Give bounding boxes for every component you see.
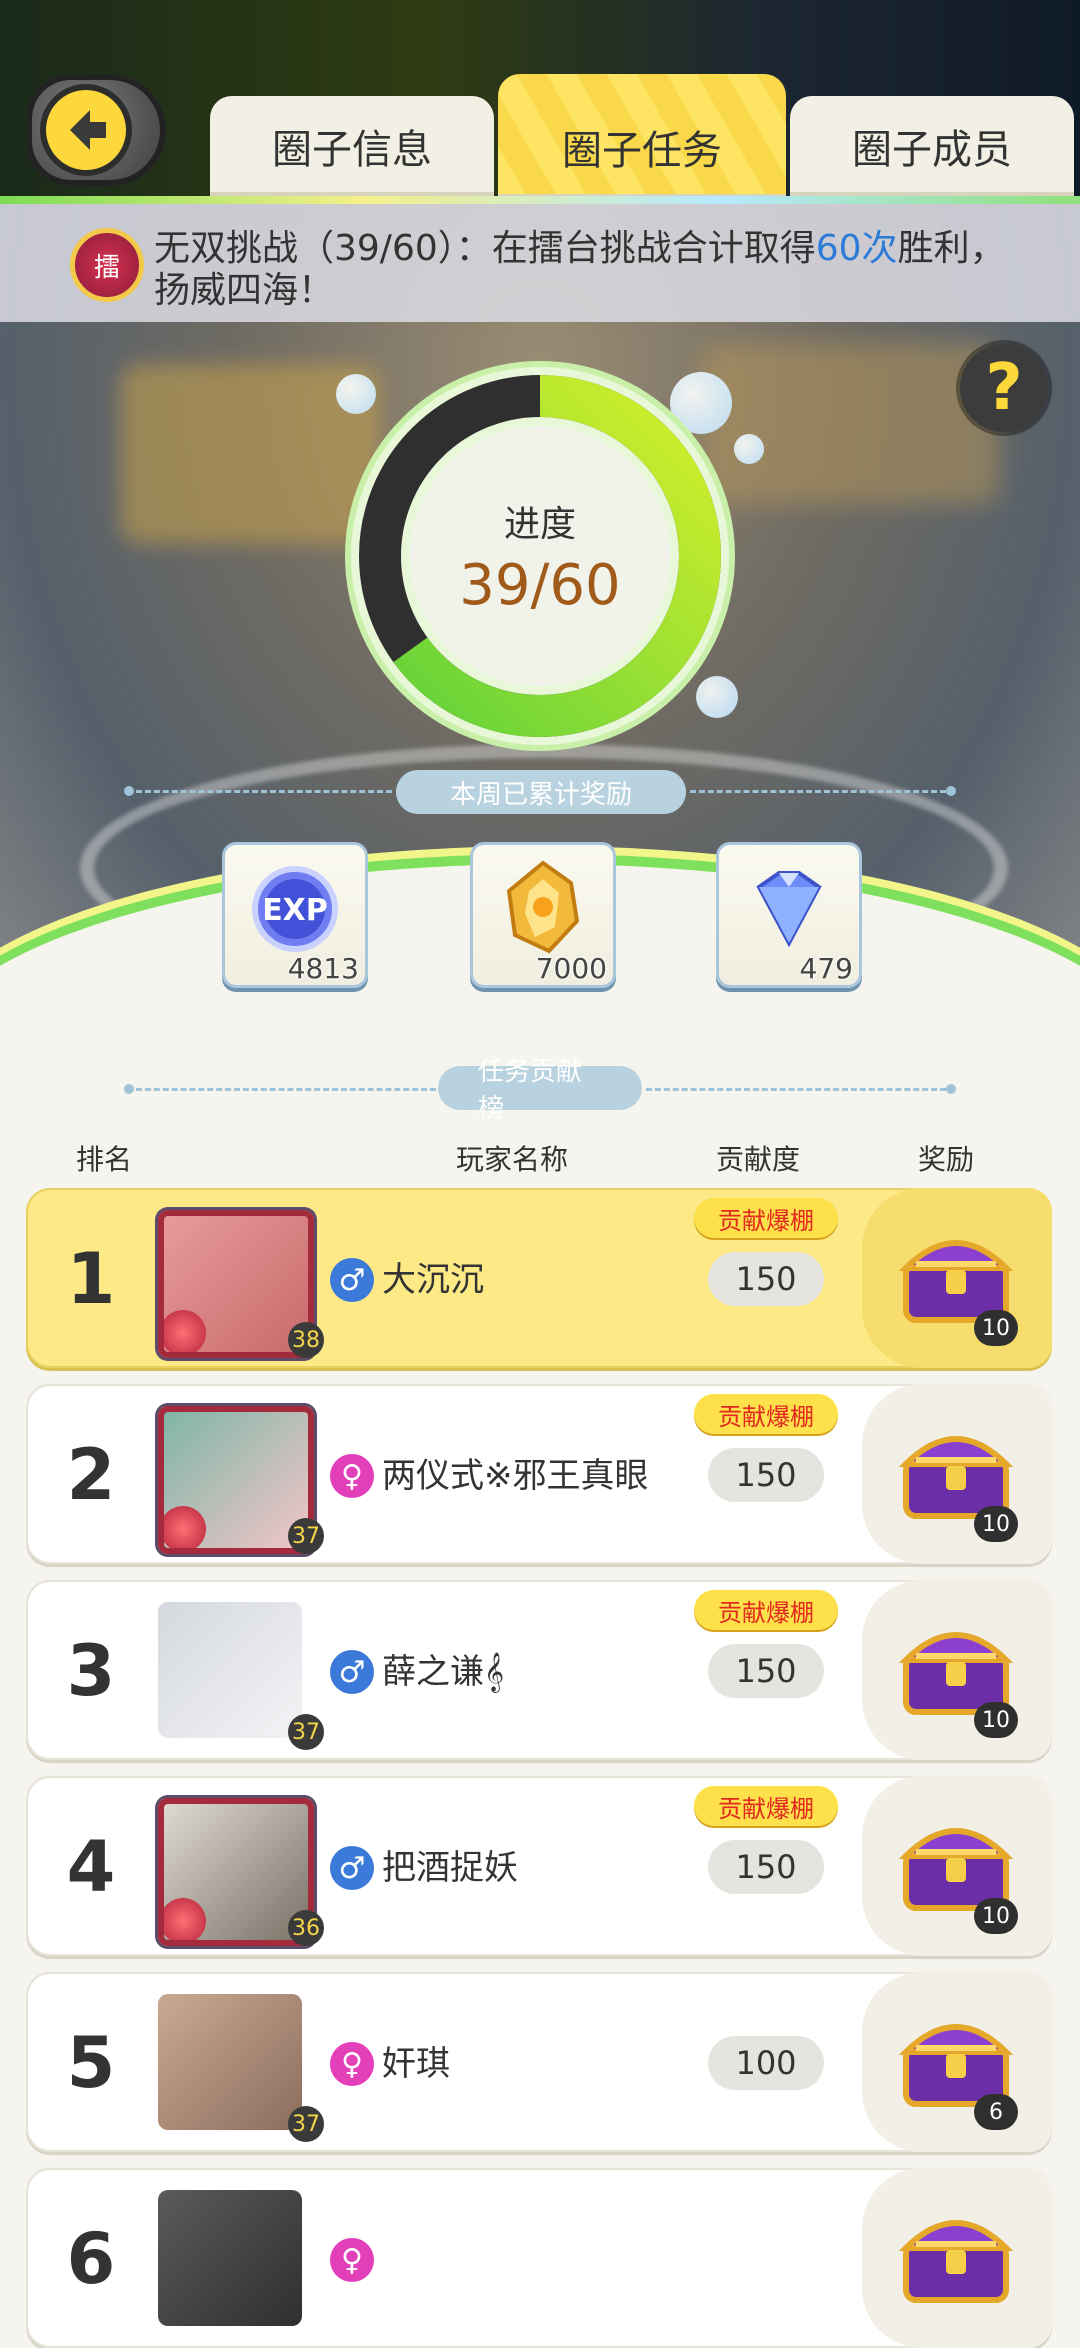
level-badge: 37 [288,1518,324,1554]
reward-card-gold[interactable]: 7000 [470,842,616,988]
badge-char: 擂 [93,252,120,283]
progress-value: 39/60 [459,552,621,618]
divider-dot [946,786,956,796]
treasure-chest-icon[interactable] [896,2198,1016,2308]
chest-count-badge: 10 [974,1702,1018,1738]
contribution-tag: 贡献爆棚 [694,1786,838,1826]
leaderboard-row[interactable]: 5 37 ♀ 奸琪 100 6 [26,1972,1052,2152]
divider-line [646,1088,946,1091]
back-button[interactable] [26,74,166,186]
rank-number: 2 [66,1434,116,1516]
mission-highlight: 60次 [815,228,898,269]
rank-number: 3 [66,1630,116,1712]
section-title-text: 任务贡献榜 [478,1057,583,1124]
mission-description: 无双挑战（39/60）：在擂台挑战合计取得60次胜利，扬威四海！ [154,228,1034,312]
player-name: 薛之谦𝄞 [382,1652,505,1692]
tab-label: 圈子任务 [562,128,722,174]
tabs-underline [0,196,1080,204]
help-question-icon[interactable]: ? [960,344,1048,432]
contribution-tag: 贡献爆棚 [694,1394,838,1434]
player-name: 奸琪 [382,2044,450,2084]
exp-icon: EXP [245,857,345,957]
reward-count: 479 [799,952,853,985]
gold-token-icon [493,857,593,957]
frame-rose-icon [164,1310,206,1352]
chest-count-badge: 10 [974,1310,1018,1346]
contribution-score: 150 [708,1252,824,1306]
tab-circle-members[interactable]: 圈子成员 [790,96,1074,196]
avatar[interactable] [158,1994,302,2130]
contribution-tag: 贡献爆棚 [694,1198,838,1238]
chest-count-badge: 10 [974,1898,1018,1934]
male-icon: ♂ [330,1258,374,1302]
rank-number: 1 [66,1238,116,1320]
divider-line [136,790,392,793]
avatar[interactable] [158,2190,302,2326]
player-name: 把酒捉妖 [382,1848,518,1888]
leaderboard-row[interactable]: 3 37 ♂ 薛之谦𝄞 贡献爆棚 150 10 [26,1580,1052,1760]
reward-count: 7000 [535,952,607,985]
divider-line [136,1088,436,1091]
male-icon: ♂ [330,1650,374,1694]
leaderboard-row[interactable]: 6 ♀ [26,2168,1052,2348]
svg-text:EXP: EXP [262,893,328,928]
rank-number: 4 [66,1826,116,1908]
arena-badge-icon: 擂 [70,228,144,302]
contribution-tag: 贡献爆棚 [694,1590,838,1630]
rank-number: 5 [66,2022,116,2104]
diamond-icon [739,857,839,957]
contribution-score: 150 [708,1840,824,1894]
column-header-contribution: 贡献度 [716,1143,801,1176]
divider-dot [124,786,134,796]
progress-center: 进度 39/60 [410,426,670,686]
tab-label: 圈子成员 [852,127,1012,173]
tab-circle-info[interactable]: 圈子信息 [210,96,494,196]
player-name: 两仪式※邪王真眼 [382,1456,649,1496]
column-header-rank: 排名 [76,1143,133,1176]
contribution-score: 150 [708,1644,824,1698]
progress-ring: 进度 39/60 [340,356,740,756]
reward-card-exp[interactable]: EXP 4813 [222,842,368,988]
column-header-player: 玩家名称 [456,1143,569,1176]
section-title-text: 本周已累计奖励 [449,779,632,810]
reward-card-diamond[interactable]: 479 [716,842,862,988]
female-icon: ♀ [330,1454,374,1498]
leaderboard-row[interactable]: 1 38 ♂ 大沉沉 贡献爆棚 150 10 [26,1188,1052,1368]
leaderboard-title: 任务贡献榜 [438,1057,642,1124]
mission-banner: 擂 无双挑战（39/60）：在擂台挑战合计取得60次胜利，扬威四海！ [0,204,1080,322]
contribution-score: 100 [708,2036,824,2090]
chest-count-badge: 10 [974,1506,1018,1542]
reward-count: 4813 [287,952,359,985]
divider-dot [946,1084,956,1094]
female-icon: ♀ [330,2042,374,2086]
level-badge: 37 [288,2106,324,2142]
divider-line [690,790,946,793]
frame-rose-icon [164,1898,206,1940]
avatar[interactable] [158,1602,302,1738]
frame-rose-icon [164,1506,206,1548]
back-arrow-icon [46,90,126,170]
leaderboard-row[interactable]: 4 36 ♂ 把酒捉妖 贡献爆棚 150 10 [26,1776,1052,1956]
divider-dot [124,1084,134,1094]
level-badge: 38 [288,1322,324,1358]
contribution-score: 150 [708,1448,824,1502]
player-name: 大沉沉 [382,1260,484,1300]
column-header-reward: 奖励 [918,1143,975,1176]
chest-count-badge: 6 [974,2094,1018,2130]
tab-circle-tasks[interactable]: 圈子任务 [498,74,786,198]
female-icon: ♀ [330,2238,374,2282]
progress-label: 进度 [503,503,576,545]
level-badge: 36 [288,1910,324,1946]
tab-label: 圈子信息 [272,127,432,173]
mission-text-before: 无双挑战（39/60）：在擂台挑战合计取得 [154,228,816,269]
male-icon: ♂ [330,1846,374,1890]
leaderboard-row[interactable]: 2 37 ♀ 两仪式※邪王真眼 贡献爆棚 150 10 [26,1384,1052,1564]
weekly-rewards-title: 本周已累计奖励 [396,770,686,814]
level-badge: 37 [288,1714,324,1750]
rank-number: 6 [66,2218,116,2300]
